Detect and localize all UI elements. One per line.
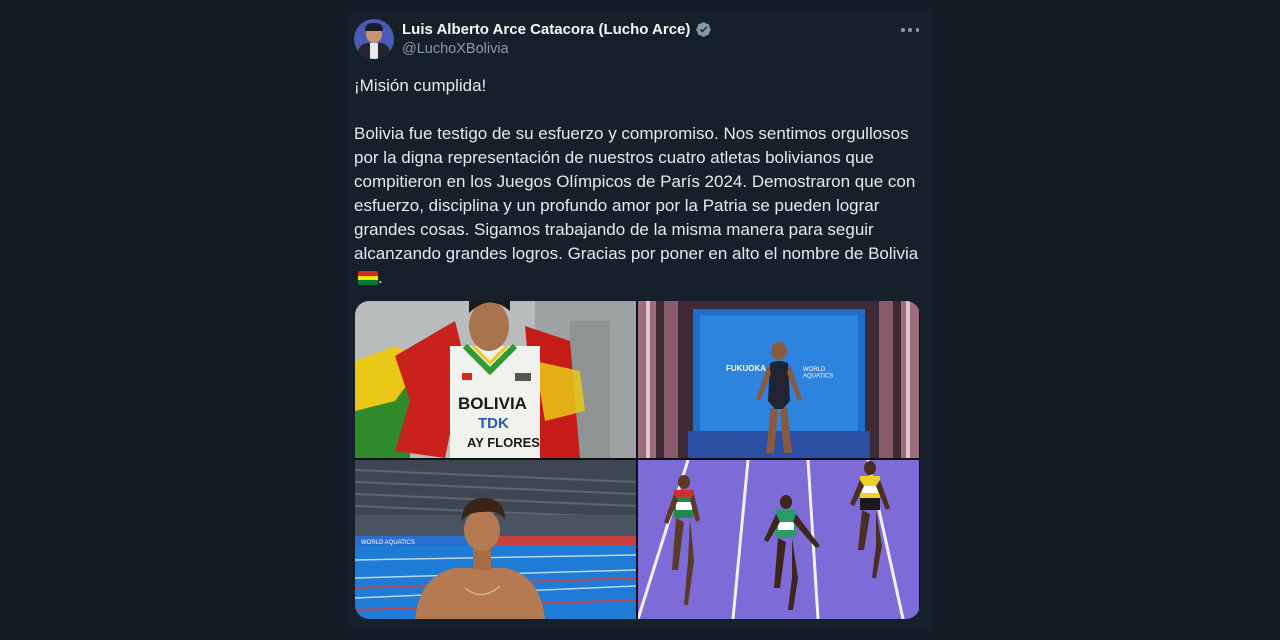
verified-badge-icon <box>695 21 712 38</box>
photo-sprinters-track[interactable] <box>638 460 919 619</box>
runner-bib-country: BOLIVIA <box>458 394 527 413</box>
runner-bib-name: AY FLORES <box>467 435 540 450</box>
photo-runner-with-flag[interactable]: BOLIVIA TDK AY FLORES <box>355 301 636 458</box>
tweet-body: ¡Misión cumplida! Bolivia fue testigo de… <box>354 76 919 263</box>
more-options-icon[interactable] <box>901 24 919 36</box>
tweet-text-end: . <box>378 268 383 287</box>
photo-diver-stage[interactable]: FUKUOKA WORLD AQUATICS <box>638 301 919 458</box>
runner-bib-sponsor: TDK <box>478 415 509 432</box>
photo-swimmer-pool[interactable]: WORLD AQUATICS <box>355 460 636 619</box>
author-display-name[interactable]: Luis Alberto Arce Catacora (Lucho Arce) <box>402 21 690 38</box>
bolivia-flag-icon <box>358 271 378 285</box>
media-grid: BOLIVIA TDK AY FLORES FUKUOKA WORLD AQUAT… <box>355 301 920 619</box>
tweet-text: ¡Misión cumplida! Bolivia fue testigo de… <box>354 74 919 290</box>
swimmer-banner: WORLD AQUATICS <box>361 540 415 546</box>
author-handle[interactable]: @LuchoXBolivia <box>402 41 509 57</box>
tweet-card[interactable]: Luis Alberto Arce Catacora (Lucho Arce) … <box>346 10 933 630</box>
diver-backdrop-left: FUKUOKA <box>726 364 766 373</box>
avatar[interactable] <box>354 19 394 59</box>
